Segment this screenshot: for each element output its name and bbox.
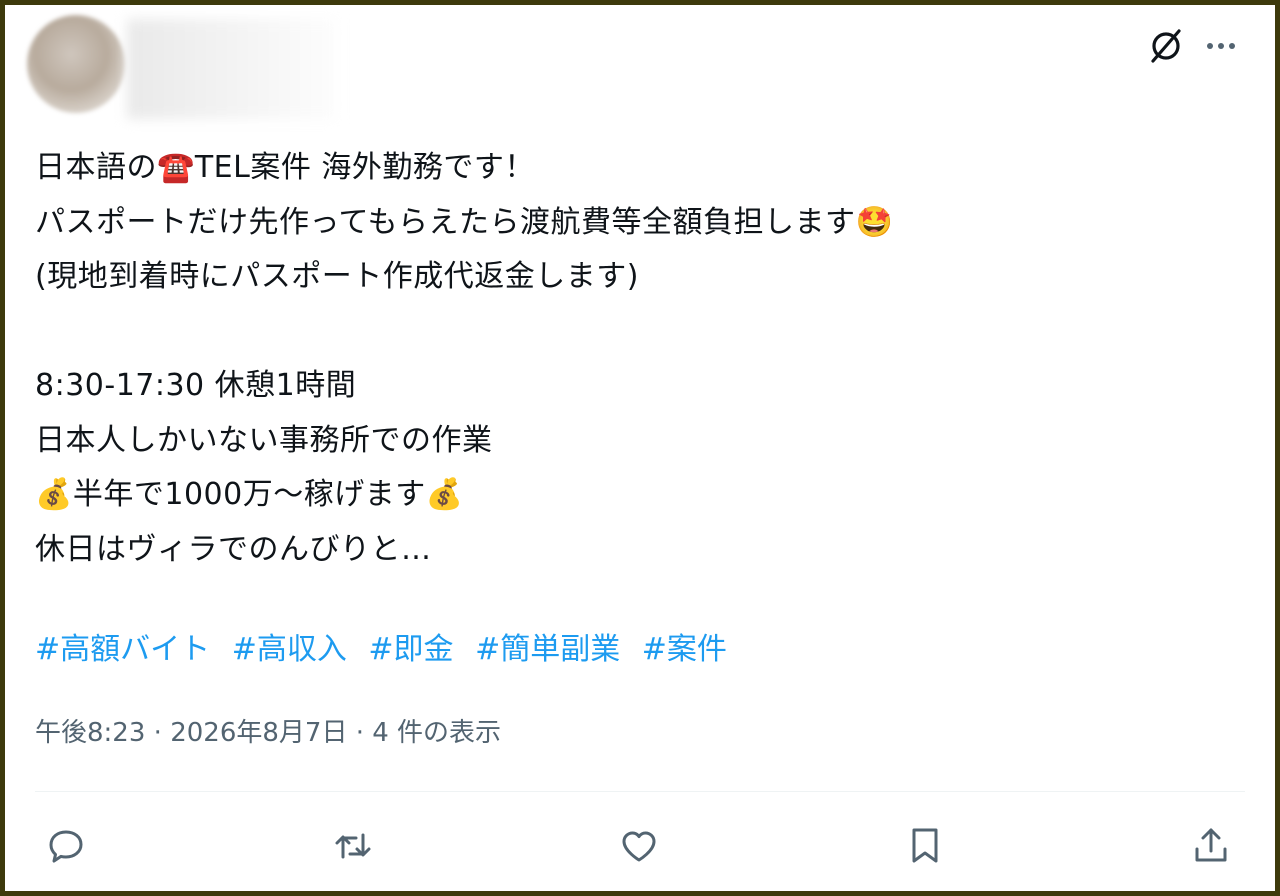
meta-separator: · [153,718,162,748]
post-line-blank [35,305,1235,360]
star-struck-emoji-icon: 🤩 [855,204,894,240]
text-span: 日本語の [35,150,157,185]
post-line: 💰半年で1000万〜稼げます💰 [35,468,1235,523]
hashtag-link[interactable]: #高収入 [232,632,347,667]
hashtag-link[interactable]: #即金 [368,632,453,667]
text-span: TEL案件 海外勤務です！ [194,150,535,185]
more-icon[interactable] [1200,25,1242,67]
text-span: パスポートだけ先作ってもらえたら渡航費等全額負担します [35,204,856,240]
retweet-button[interactable] [330,823,376,869]
hashtag-list: #高額バイト #高収入 #即金 #簡単副業 #案件 [35,623,739,677]
bookmark-icon [912,828,938,863]
author-name-blurred[interactable] [127,19,337,119]
bookmark-button[interactable] [902,823,948,869]
post-time[interactable]: 午後8:23 [35,718,145,748]
post-text: 日本語の☎️TEL案件 海外勤務です！ パスポートだけ先作ってもらえたら渡航費等… [35,141,1235,577]
reply-icon [49,830,83,863]
share-button[interactable] [1188,823,1234,869]
post-meta: 午後8:23 · 2026年8月7日 · 4 件の表示 [35,713,501,753]
hashtag-link[interactable]: #案件 [642,632,727,667]
like-button[interactable] [616,823,662,869]
retweet-icon [335,833,371,859]
post-date[interactable]: 2026年8月7日 [170,718,347,748]
post-line: 8:30-17:30 休憩1時間 [35,368,357,403]
meta-separator: · [355,718,364,748]
post-line: (現地到着時にパスポート作成代返金します) [35,259,639,294]
hashtag-link[interactable]: #簡単副業 [475,632,620,667]
grok-icon[interactable] [1145,25,1187,67]
hashtag-link[interactable]: #高額バイト [35,632,210,667]
post-card: 日本語の☎️TEL案件 海外勤務です！ パスポートだけ先作ってもらえたら渡航費等… [5,5,1275,891]
money-bag-emoji-icon: 💰 [425,477,464,512]
like-icon [622,831,656,862]
money-bag-emoji-icon: 💰 [35,477,73,512]
text-span: 半年で1000万〜稼げます [72,477,426,512]
post-line: パスポートだけ先作ってもらえたら渡航費等全額負担します🤩 [35,196,1235,251]
share-icon [1195,828,1227,862]
telephone-emoji-icon: ☎️ [157,150,195,185]
post-line: 日本人しかいない事務所での作業 [35,422,493,458]
avatar[interactable] [27,15,125,113]
post-line: 日本語の☎️TEL案件 海外勤務です！ [35,141,1235,196]
view-count[interactable]: 4 件の表示 [372,718,501,748]
divider [35,791,1245,792]
reply-button[interactable] [43,823,89,869]
post-line: 休日はヴィラでのんびりと… [35,531,432,567]
